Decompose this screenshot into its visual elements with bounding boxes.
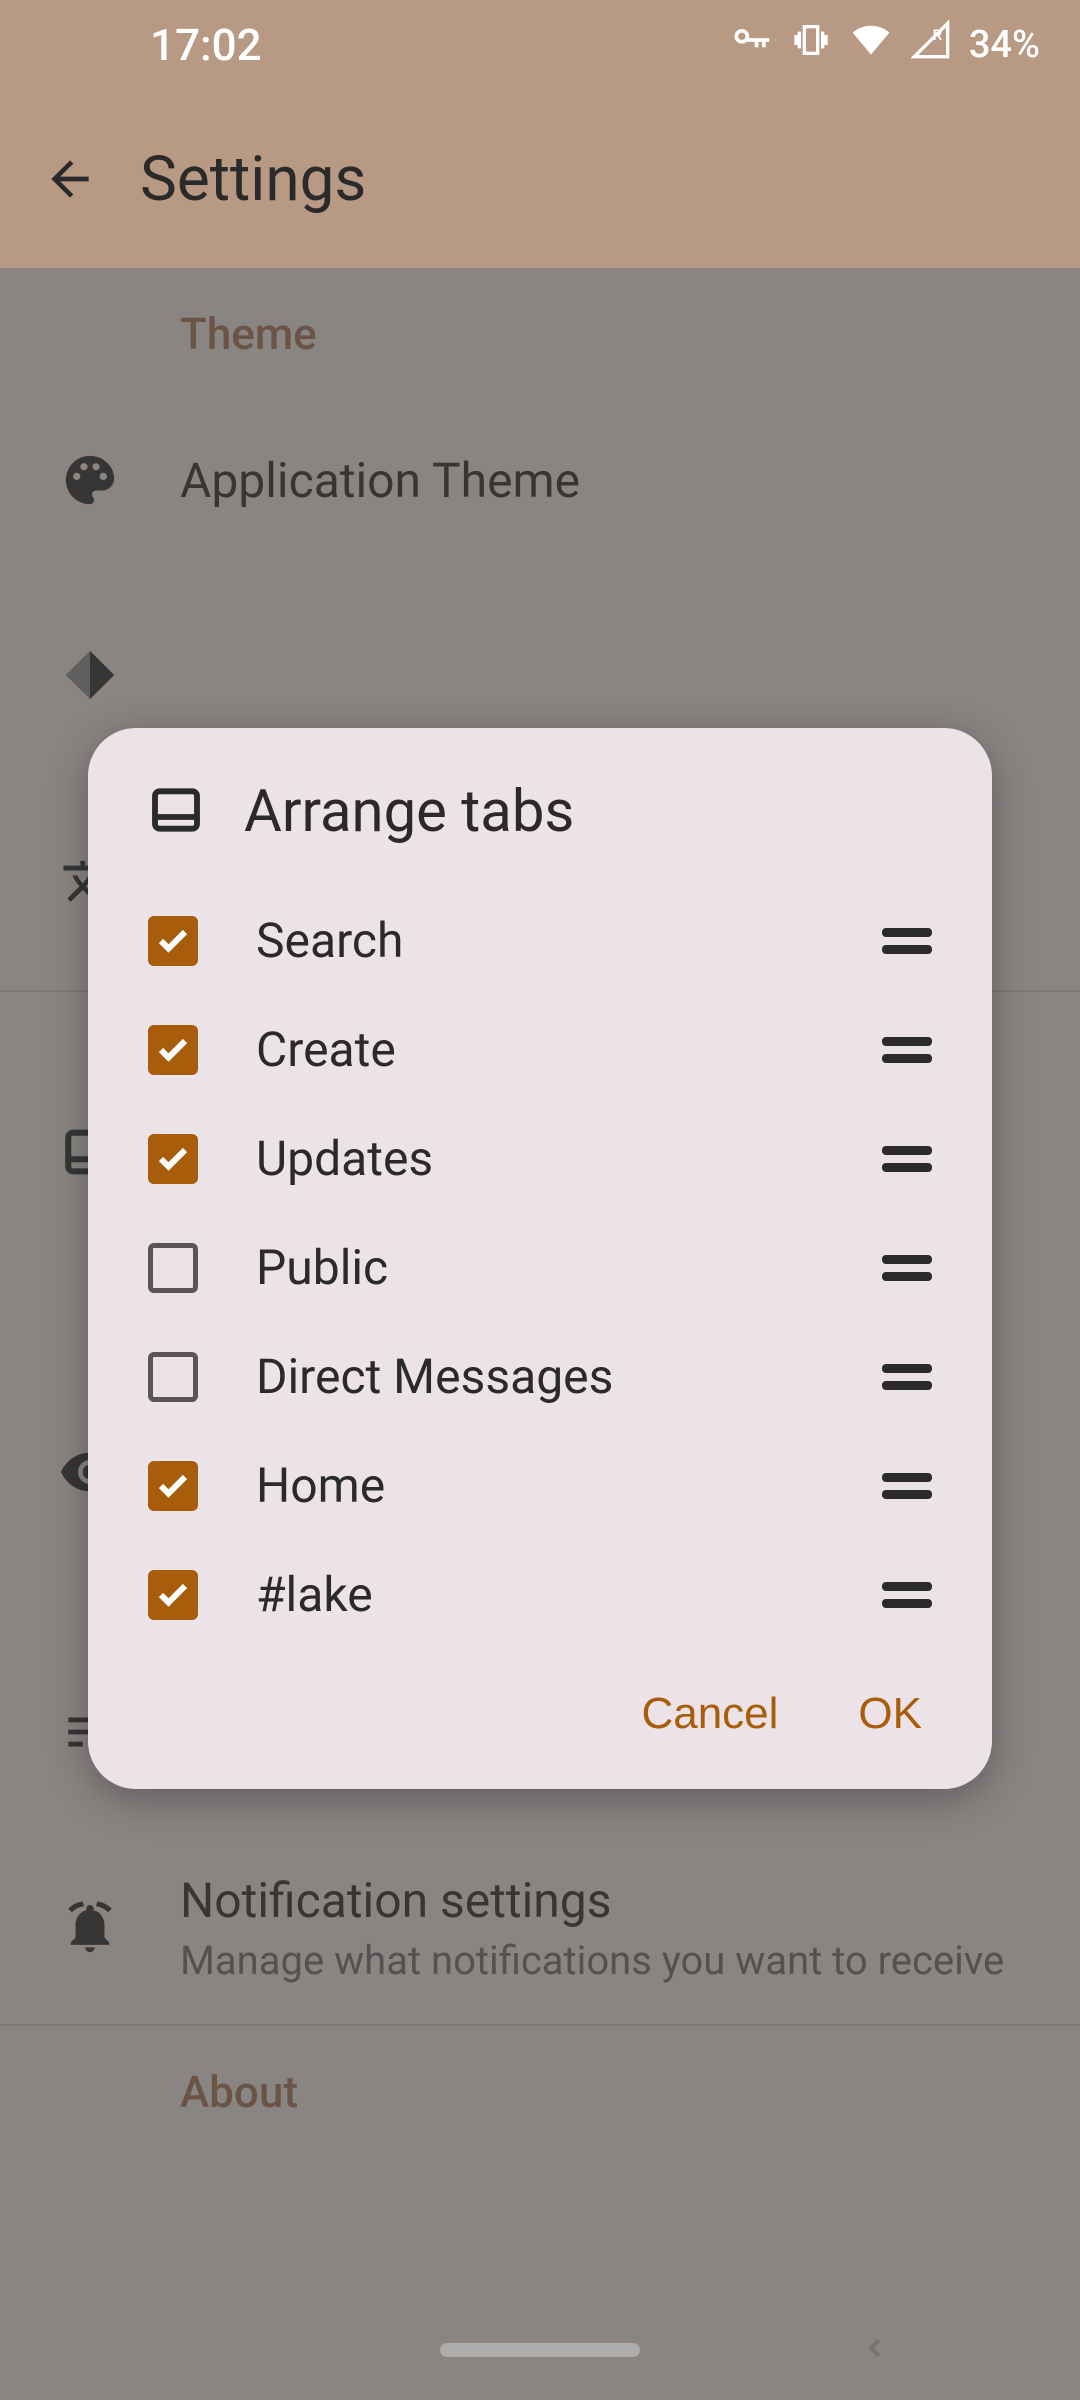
check-icon (155, 923, 191, 959)
vibrate-icon (791, 20, 831, 70)
app-bar: Settings (0, 90, 1080, 268)
signal-icon: R (911, 20, 951, 70)
drag-handle-icon[interactable] (882, 1144, 932, 1174)
tab-row: Create (88, 995, 992, 1104)
tab-label: Direct Messages (256, 1348, 824, 1405)
check-icon (155, 1468, 191, 1504)
tab-checkbox[interactable] (148, 1461, 198, 1511)
check-icon (155, 1141, 191, 1177)
arrow-left-icon (42, 151, 98, 207)
tab-row: Home (88, 1431, 992, 1540)
tab-label: Updates (256, 1130, 824, 1187)
svg-text:R: R (932, 26, 942, 44)
check-icon (155, 1577, 191, 1613)
tab-row: #lake (88, 1540, 992, 1649)
arrange-tabs-dialog: Arrange tabs Search Create Updates Public Di… (88, 728, 992, 1789)
tab-label: Create (256, 1021, 824, 1078)
settings-content: Theme Application Theme (0, 268, 1080, 2400)
status-right: R 34% (729, 18, 1040, 72)
back-button[interactable] (40, 149, 100, 209)
tab-checkbox[interactable] (148, 916, 198, 966)
tab-checkbox[interactable] (148, 1025, 198, 1075)
drag-handle-icon[interactable] (882, 1580, 932, 1610)
wifi-icon (849, 18, 893, 72)
ok-button[interactable]: OK (858, 1689, 922, 1739)
status-time: 17:02 (40, 19, 262, 71)
tab-label: Home (256, 1457, 824, 1514)
status-bar: 17:02 R 34% (0, 0, 1080, 90)
battery-text: 34% (969, 23, 1040, 67)
dialog-title: Arrange tabs (244, 778, 574, 846)
tab-row: Search (88, 886, 992, 995)
drag-handle-icon[interactable] (882, 926, 932, 956)
tab-row: Public (88, 1213, 992, 1322)
tabs-icon (148, 782, 204, 842)
page-title: Settings (140, 143, 366, 216)
tab-label: Search (256, 912, 824, 969)
dialog-actions: Cancel OK (88, 1649, 992, 1759)
tab-checkbox[interactable] (148, 1243, 198, 1293)
cancel-button[interactable]: Cancel (641, 1689, 778, 1739)
drag-handle-icon[interactable] (882, 1362, 932, 1392)
tab-row: Direct Messages (88, 1322, 992, 1431)
tab-checkbox[interactable] (148, 1352, 198, 1402)
tab-label: #lake (256, 1566, 824, 1623)
key-icon (729, 18, 773, 72)
tab-checkbox[interactable] (148, 1570, 198, 1620)
drag-handle-icon[interactable] (882, 1253, 932, 1283)
dialog-header: Arrange tabs (88, 778, 992, 886)
tab-checkbox[interactable] (148, 1134, 198, 1184)
check-icon (155, 1032, 191, 1068)
tab-row: Updates (88, 1104, 992, 1213)
drag-handle-icon[interactable] (882, 1471, 932, 1501)
tab-label: Public (256, 1239, 824, 1296)
drag-handle-icon[interactable] (882, 1035, 932, 1065)
